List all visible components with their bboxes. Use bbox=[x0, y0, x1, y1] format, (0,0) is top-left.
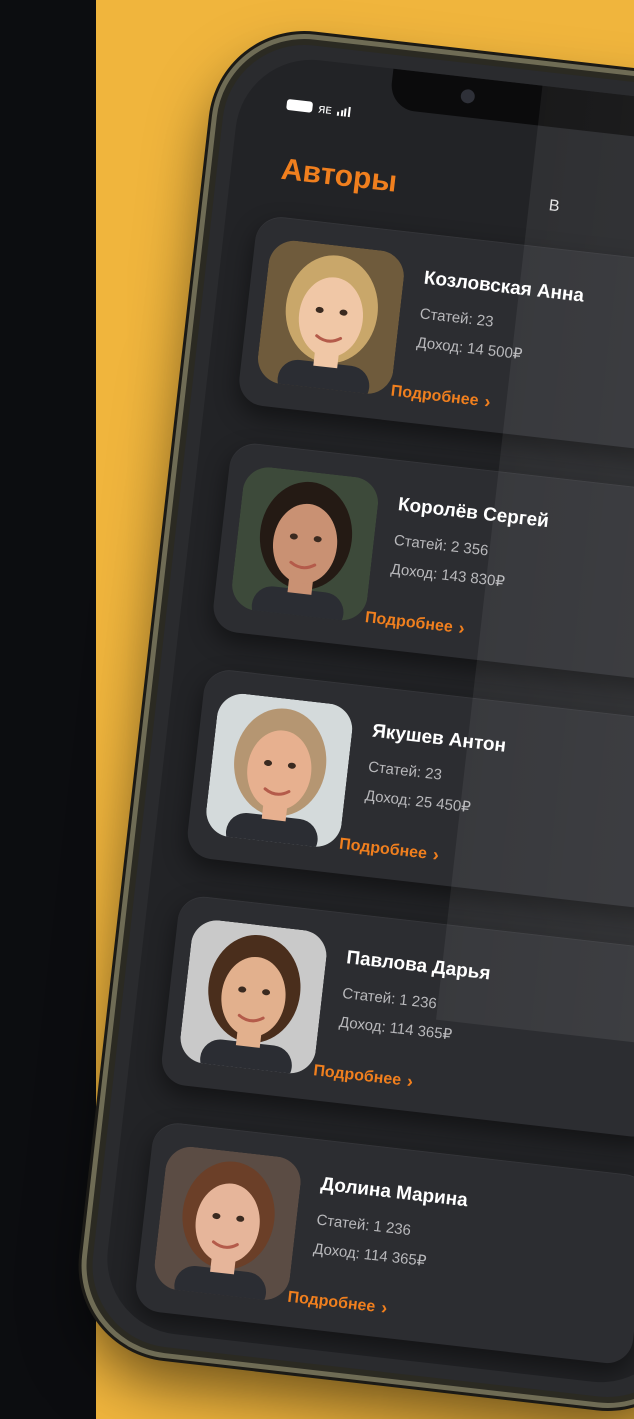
author-name: Козловская Анна bbox=[422, 267, 586, 307]
author-articles: Статей: 1 236 bbox=[341, 984, 438, 1013]
author-card[interactable]: Королёв Сергей Статей: 2 356 Доход: 143 … bbox=[210, 440, 634, 687]
details-link[interactable]: Подробнее › bbox=[312, 1060, 415, 1092]
phone-mockup: ᴙᴇ Авторы В Козловская Анна Статей: 23 Д… bbox=[77, 29, 634, 1413]
author-income: Доход: 114 365₽ bbox=[312, 1240, 428, 1271]
author-name: Долина Марина bbox=[319, 1173, 469, 1212]
avatar-image bbox=[255, 238, 407, 397]
details-link-label: Подробнее bbox=[364, 608, 454, 636]
app-screen: ᴙᴇ Авторы В Козловская Анна Статей: 23 Д… bbox=[99, 51, 634, 1391]
notch bbox=[388, 68, 634, 143]
chevron-right-icon: › bbox=[483, 391, 492, 412]
details-link-label: Подробнее bbox=[338, 835, 428, 863]
details-link[interactable]: Подробнее › bbox=[287, 1287, 389, 1319]
author-avatar bbox=[255, 238, 407, 397]
author-income: Доход: 143 830₽ bbox=[389, 560, 506, 591]
author-card[interactable]: Козловская Анна Статей: 23 Доход: 14 500… bbox=[236, 214, 634, 460]
author-avatar bbox=[177, 917, 330, 1077]
author-card[interactable]: Павлова Дарья Статей: 1 236 Доход: 114 3… bbox=[159, 893, 634, 1140]
chevron-right-icon: › bbox=[431, 844, 440, 865]
details-link[interactable]: Подробнее › bbox=[364, 607, 466, 639]
avatar-image bbox=[151, 1144, 304, 1303]
page-title: Авторы bbox=[279, 152, 399, 199]
details-link[interactable]: Подробнее › bbox=[338, 834, 440, 866]
author-name: Павлова Дарья bbox=[345, 947, 492, 985]
chevron-right-icon: › bbox=[380, 1297, 389, 1318]
author-avatar bbox=[203, 691, 355, 850]
camera-icon bbox=[460, 88, 476, 105]
chevron-right-icon: › bbox=[405, 1070, 415, 1092]
author-income: Доход: 25 450₽ bbox=[363, 787, 472, 817]
author-articles: Статей: 2 356 bbox=[393, 531, 490, 560]
author-card[interactable]: Долина Марина Статей: 1 236 Доход: 114 3… bbox=[133, 1120, 634, 1366]
author-income: Доход: 114 365₽ bbox=[338, 1013, 453, 1044]
carrier-label: ᴙᴇ bbox=[317, 100, 333, 117]
author-avatar bbox=[229, 464, 381, 624]
author-income: Доход: 14 500₽ bbox=[415, 334, 524, 364]
author-articles: Статей: 23 bbox=[418, 305, 495, 331]
stage: ᴙᴇ Авторы В Козловская Анна Статей: 23 Д… bbox=[0, 0, 634, 1419]
battery-icon bbox=[286, 98, 314, 113]
details-link-label: Подробнее bbox=[390, 382, 480, 409]
author-card[interactable]: Якушев Антон Статей: 23 Доход: 25 450₽ П… bbox=[184, 667, 634, 913]
status-bar: ᴙᴇ bbox=[286, 97, 351, 119]
author-name: Королёв Сергей bbox=[396, 494, 550, 533]
header-right-text[interactable]: В bbox=[548, 197, 561, 216]
details-link[interactable]: Подробнее › bbox=[390, 381, 492, 413]
details-link-label: Подробнее bbox=[286, 1288, 377, 1316]
details-link-label: Подробнее bbox=[312, 1061, 403, 1089]
avatar-image bbox=[229, 464, 381, 624]
chevron-right-icon: › bbox=[457, 617, 466, 639]
signal-icon bbox=[337, 105, 351, 118]
author-articles: Статей: 1 236 bbox=[315, 1211, 412, 1240]
avatar-image bbox=[203, 691, 355, 850]
author-avatar bbox=[151, 1144, 304, 1303]
author-articles: Статей: 23 bbox=[367, 758, 443, 784]
author-name: Якушев Антон bbox=[371, 720, 508, 757]
avatar-image bbox=[177, 917, 330, 1077]
